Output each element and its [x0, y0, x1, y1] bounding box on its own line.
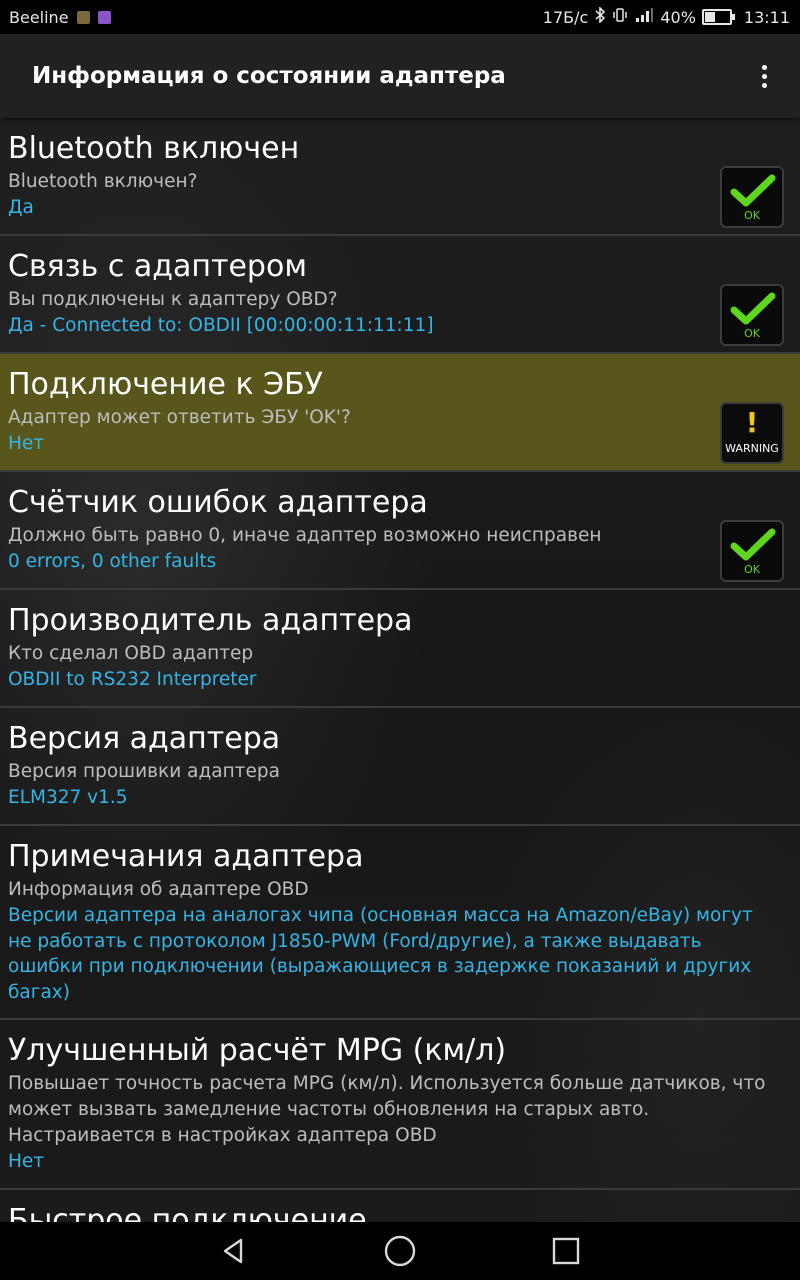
item-value: Нет — [8, 1151, 45, 1172]
item-title: Версия адаптера — [8, 721, 281, 756]
list-item-error-counter[interactable]: Счётчик ошибок адаптера Должно быть равн… — [0, 472, 800, 590]
back-icon[interactable] — [206, 1229, 262, 1273]
item-subtitle: Кто сделал OBD адаптер — [8, 643, 254, 664]
item-title: Быстрое подключение — [8, 1203, 367, 1222]
item-value: Нет — [8, 433, 45, 454]
navigation-bar — [0, 1222, 800, 1280]
item-value: Версии адаптера на аналогах чипа (основн… — [8, 905, 753, 1003]
list-item-notes[interactable]: Примечания адаптера Информация об адапте… — [0, 826, 800, 1020]
gallery-icon — [76, 10, 90, 24]
item-value: OBDII to RS232 Interpreter — [8, 669, 257, 690]
item-value: ELM327 v1.5 — [8, 787, 128, 808]
list-item-quick-connect[interactable]: Быстрое подключение — [0, 1190, 800, 1222]
viber-icon — [97, 10, 111, 24]
home-icon[interactable] — [372, 1229, 428, 1273]
status-label: OK — [744, 563, 760, 576]
page-title: Информация о состоянии адаптера — [32, 63, 506, 89]
item-subtitle: Должно быть равно 0, иначе адаптер возмо… — [8, 525, 602, 546]
list-item-adapter-link[interactable]: Связь с адаптером Вы подключены к адапте… — [0, 236, 800, 354]
list-item-mpg[interactable]: Улучшенный расчёт MPG (км/л) Повышает то… — [0, 1020, 800, 1190]
item-subtitle: Повышает точность расчета MPG (км/л). Ис… — [8, 1073, 766, 1146]
carrier-name: Beeline — [9, 7, 69, 27]
ok-check-icon: OK — [720, 166, 784, 228]
app-bar: Информация о состоянии адаптера — [0, 34, 800, 118]
vibrate-icon — [612, 7, 628, 27]
item-title: Bluetooth включен — [8, 131, 300, 166]
list-item-version[interactable]: Версия адаптера Версия прошивки адаптера… — [0, 708, 800, 826]
item-subtitle: Bluetooth включен? — [8, 171, 198, 192]
recents-icon[interactable] — [538, 1229, 594, 1273]
bluetooth-icon — [594, 6, 606, 27]
item-title: Счётчик ошибок адаптера — [8, 485, 428, 520]
item-title: Связь с адаптером — [8, 249, 307, 284]
item-value: Да — [8, 197, 34, 218]
list-item-bluetooth[interactable]: Bluetooth включен Bluetooth включен? Да … — [0, 118, 800, 236]
status-label: OK — [744, 327, 760, 340]
item-subtitle: Адаптер может ответить ЭБУ 'OK'? — [8, 407, 351, 428]
network-speed: 17Б/с — [542, 7, 589, 27]
ok-check-icon: OK — [720, 520, 784, 582]
item-title: Производитель адаптера — [8, 603, 413, 638]
battery-percent: 40% — [660, 7, 696, 27]
warning-icon: ! WARNING — [720, 402, 784, 464]
item-title: Подключение к ЭБУ — [8, 367, 323, 402]
list-item-ecu-connection[interactable]: Подключение к ЭБУ Адаптер может ответить… — [0, 354, 800, 472]
item-subtitle: Вы подключены к адаптеру OBD? — [8, 289, 338, 310]
clock: 13:11 — [743, 7, 790, 27]
list-item-manufacturer[interactable]: Производитель адаптера Кто сделал OBD ад… — [0, 590, 800, 708]
overflow-menu-icon[interactable] — [752, 56, 776, 96]
battery-icon — [701, 9, 735, 25]
item-title: Примечания адаптера — [8, 839, 364, 874]
status-list[interactable]: Bluetooth включен Bluetooth включен? Да … — [0, 118, 800, 1222]
item-value: 0 errors, 0 other faults — [8, 551, 217, 572]
status-label: WARNING — [725, 442, 779, 455]
status-bar: Beeline 17Б/с 40% 13:11 — [0, 0, 800, 34]
item-subtitle: Информация об адаптере OBD — [8, 879, 309, 900]
status-label: OK — [744, 209, 760, 222]
ok-check-icon: OK — [720, 284, 784, 346]
item-title: Улучшенный расчёт MPG (км/л) — [8, 1033, 507, 1068]
signal-icon — [634, 7, 654, 27]
item-value: Да - Connected to: OBDII [00:00:00:11:11… — [8, 315, 434, 336]
item-subtitle: Версия прошивки адаптера — [8, 761, 280, 782]
